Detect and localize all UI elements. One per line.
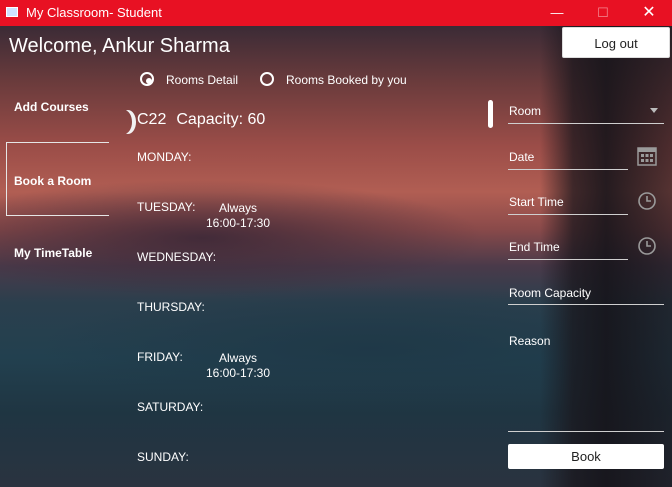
room-select-placeholder: Room: [509, 104, 542, 118]
room-capacity-field[interactable]: Room Capacity: [508, 282, 664, 305]
calendar-icon[interactable]: [637, 146, 657, 166]
scrollbar-thumb[interactable]: [488, 100, 493, 128]
slot-label: Always: [218, 351, 257, 365]
time-slot: Always 16:00-17:30: [203, 201, 273, 231]
minimize-icon[interactable]: —: [534, 0, 580, 26]
slot-time: 16:00-17:30: [205, 216, 271, 230]
time-slot: Always 16:00-17:30: [203, 351, 273, 381]
radio-unselected-icon: [260, 72, 274, 86]
clock-icon[interactable]: [637, 236, 657, 256]
clock-icon[interactable]: [637, 191, 657, 211]
radio-label: Rooms Booked by you: [286, 73, 407, 87]
day-label: WEDNESDAY:: [137, 250, 217, 264]
start-time-placeholder: Start Time: [509, 195, 564, 209]
day-label: SUNDAY:: [137, 450, 189, 464]
day-label: TUESDAY:: [137, 200, 196, 214]
end-time-placeholder: End Time: [509, 240, 560, 254]
slot-time: 16:00-17:30: [205, 366, 271, 380]
maximize-icon[interactable]: ☐: [580, 0, 626, 26]
close-icon[interactable]: ✕: [626, 0, 672, 26]
sidebar-item-add-courses[interactable]: Add Courses: [14, 100, 89, 114]
window-title: My Classroom- Student: [26, 5, 162, 20]
day-label: FRIDAY:: [137, 350, 183, 364]
reason-textarea[interactable]: Reason: [508, 330, 664, 432]
capacity-placeholder: Room Capacity: [509, 286, 592, 300]
title-bar[interactable]: My Classroom- Student — ☐ ✕: [0, 0, 672, 26]
sidebar-item-my-timetable[interactable]: My TimeTable: [14, 246, 92, 260]
welcome-heading: Welcome, Ankur Sharma: [9, 35, 230, 57]
moon-decoration: [116, 110, 132, 134]
radio-selected-icon: [140, 72, 154, 86]
radio-label: Rooms Detail: [166, 73, 239, 87]
room-select[interactable]: Room: [508, 100, 664, 124]
dropdown-arrow-icon: [650, 108, 658, 113]
slot-label: Always: [218, 201, 257, 215]
reason-placeholder: Reason: [509, 334, 551, 348]
room-name: C22: [137, 111, 167, 128]
sidebar-item-label: Book a Room: [14, 174, 92, 188]
book-button[interactable]: Book: [508, 444, 664, 469]
app-window: My Classroom- Student — ☐ ✕ Welcome, Ank…: [0, 0, 672, 487]
day-label: THURSDAY:: [137, 300, 205, 314]
room-heading: C22 Capacity: 60: [137, 111, 265, 129]
sidebar-item-book-room[interactable]: Book a Room: [6, 142, 109, 216]
day-label: SATURDAY:: [137, 400, 204, 414]
room-capacity: Capacity: 60: [176, 111, 266, 128]
app-icon: [6, 7, 18, 17]
logout-button[interactable]: Log out: [562, 27, 670, 58]
date-placeholder: Date: [509, 150, 535, 164]
day-label: MONDAY:: [137, 150, 192, 164]
